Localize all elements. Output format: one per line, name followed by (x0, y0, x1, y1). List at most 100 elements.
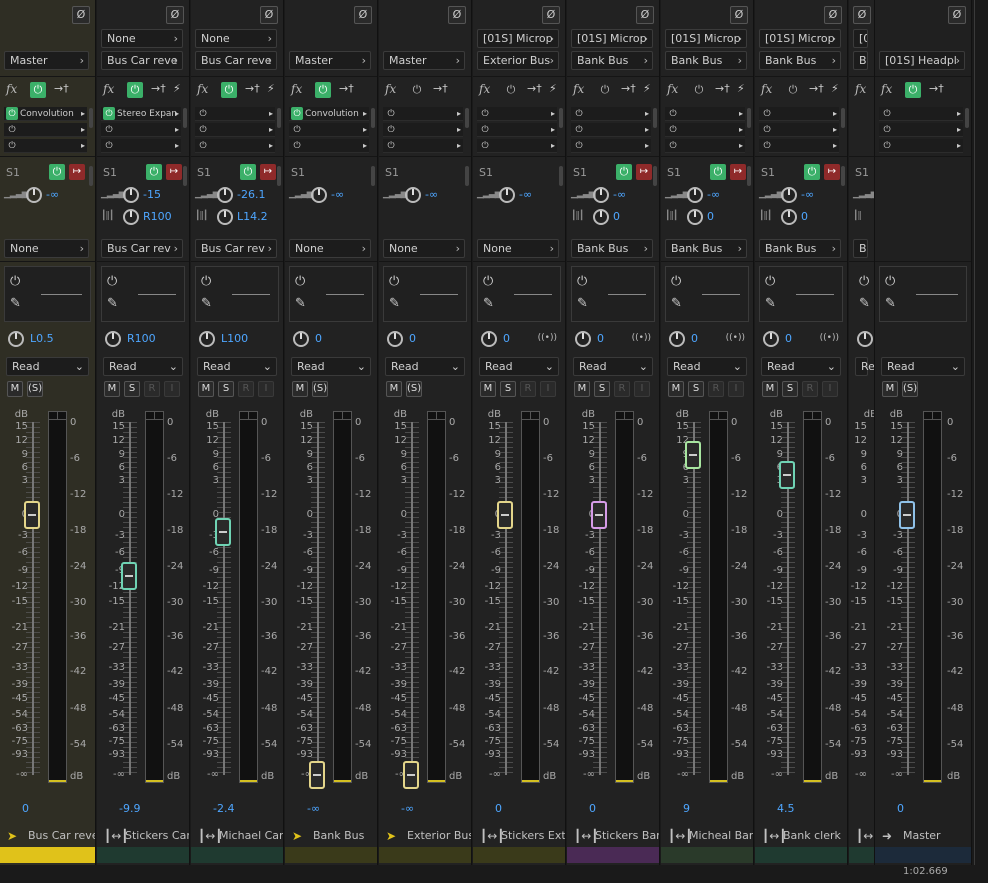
pan-knob[interactable] (199, 331, 215, 347)
record-arm-button[interactable]: R (614, 381, 630, 397)
fader-handle[interactable] (497, 501, 513, 529)
automation-mode-select[interactable]: Read ⌄ (385, 357, 465, 376)
solo-safe-button[interactable]: (S) (406, 381, 422, 397)
solo-button[interactable]: S (218, 381, 234, 397)
fader-handle[interactable] (685, 441, 701, 469)
fader-handle[interactable] (779, 460, 795, 489)
mute-button[interactable]: M (762, 381, 778, 397)
fader-handle[interactable] (591, 501, 607, 529)
pan-knob[interactable] (105, 331, 121, 347)
mute-button[interactable]: M (198, 381, 214, 397)
fader-handle[interactable] (24, 501, 40, 529)
fader-track[interactable] (599, 422, 601, 775)
mute-button[interactable]: M (386, 381, 402, 397)
pencil-icon[interactable]: ✎ (201, 296, 212, 311)
eq-power-icon[interactable]: ⏻ (859, 274, 869, 289)
peak-indicator[interactable] (522, 412, 539, 420)
input-monitor-button[interactable]: I (822, 381, 838, 397)
pan-knob[interactable] (763, 331, 779, 347)
peak-indicator[interactable] (924, 412, 941, 420)
automation-mode-select[interactable]: Read ⌄ (573, 357, 653, 376)
track-name-bar[interactable]: ➤ Exterior Bus (379, 826, 471, 847)
mute-button[interactable]: M (668, 381, 684, 397)
peak-indicator[interactable] (428, 412, 445, 420)
automation-mode-select[interactable]: Read ⌄ (6, 357, 89, 376)
stereo-balance-icon[interactable]: ((•)) (538, 333, 557, 343)
pencil-icon[interactable]: ✎ (671, 296, 682, 311)
stereo-balance-icon[interactable]: ((•)) (726, 333, 745, 343)
pencil-icon[interactable]: ✎ (10, 296, 21, 311)
record-arm-button[interactable]: R (238, 381, 254, 397)
peak-indicator[interactable] (334, 412, 351, 420)
pencil-icon[interactable]: ✎ (483, 296, 494, 311)
fader-handle[interactable] (899, 501, 915, 529)
fader-handle[interactable] (309, 761, 325, 789)
mute-button[interactable]: M (7, 381, 23, 397)
pencil-icon[interactable]: ✎ (885, 296, 896, 311)
pan-knob[interactable] (857, 331, 873, 347)
solo-button[interactable]: S (688, 381, 704, 397)
input-monitor-button[interactable]: I (634, 381, 650, 397)
fader-track[interactable] (32, 422, 34, 775)
eq-power-icon[interactable]: ⏻ (10, 274, 20, 289)
automation-mode-select[interactable]: Read ⌄ (881, 357, 965, 376)
fader-track[interactable] (505, 422, 507, 775)
solo-safe-button[interactable]: (S) (27, 381, 43, 397)
input-monitor-button[interactable]: I (540, 381, 556, 397)
pencil-icon[interactable]: ✎ (295, 296, 306, 311)
track-name-bar[interactable]: ┃↔┃ Michael Car (191, 826, 283, 847)
track-name-bar[interactable]: ┃↔┃ Stickers Ban (567, 826, 659, 847)
pan-knob[interactable] (387, 331, 403, 347)
pencil-icon[interactable]: ✎ (389, 296, 400, 311)
solo-button[interactable]: S (124, 381, 140, 397)
mute-button[interactable]: M (882, 381, 898, 397)
mute-button[interactable]: M (480, 381, 496, 397)
fader-track[interactable] (411, 422, 413, 775)
eq-power-icon[interactable]: ⏻ (885, 274, 895, 289)
track-name-bar[interactable]: ➤ Bus Car reve (0, 826, 95, 847)
eq-power-icon[interactable]: ⏻ (483, 274, 493, 289)
fader-track[interactable] (129, 422, 131, 775)
record-arm-button[interactable]: R (144, 381, 160, 397)
eq-power-icon[interactable]: ⏻ (389, 274, 399, 289)
mute-button[interactable]: M (292, 381, 308, 397)
track-name-bar[interactable]: ┃↔┃ Bank clerk (755, 826, 847, 847)
track-name-bar[interactable]: ┃↔┃ Micheal Ban (661, 826, 753, 847)
eq-power-icon[interactable]: ⏻ (107, 274, 117, 289)
peak-indicator[interactable] (146, 412, 163, 420)
automation-mode-select[interactable]: Rea (855, 357, 874, 376)
pan-knob[interactable] (575, 331, 591, 347)
eq-power-icon[interactable]: ⏻ (201, 274, 211, 289)
pan-knob[interactable] (293, 331, 309, 347)
peak-indicator[interactable] (710, 412, 727, 420)
fader-handle[interactable] (215, 517, 231, 546)
eq-power-icon[interactable]: ⏻ (295, 274, 305, 289)
stereo-balance-icon[interactable]: ((•)) (820, 333, 839, 343)
peak-indicator[interactable] (616, 412, 633, 420)
record-arm-button[interactable]: R (520, 381, 536, 397)
eq-power-icon[interactable]: ⏻ (671, 274, 681, 289)
automation-mode-select[interactable]: Read ⌄ (761, 357, 841, 376)
input-monitor-button[interactable]: I (258, 381, 274, 397)
fader-track[interactable] (907, 422, 909, 775)
pan-knob[interactable] (669, 331, 685, 347)
fader-handle[interactable] (121, 561, 137, 590)
track-name-bar[interactable]: ┃↔┃ (849, 826, 874, 847)
automation-mode-select[interactable]: Read ⌄ (197, 357, 277, 376)
pan-knob[interactable] (8, 331, 24, 347)
fader-handle[interactable] (403, 761, 419, 789)
track-name-bar[interactable]: ┃↔┃Stickers Exte (473, 826, 565, 847)
solo-button[interactable]: S (782, 381, 798, 397)
mute-button[interactable]: M (104, 381, 120, 397)
solo-button[interactable]: S (500, 381, 516, 397)
pencil-icon[interactable]: ✎ (765, 296, 776, 311)
automation-mode-select[interactable]: Read ⌄ (103, 357, 183, 376)
fader-track[interactable] (223, 422, 225, 775)
track-name-bar[interactable]: ┃↔┃ Stickers Car (97, 826, 189, 847)
solo-safe-button[interactable]: (S) (902, 381, 918, 397)
solo-button[interactable]: S (594, 381, 610, 397)
automation-mode-select[interactable]: Read ⌄ (291, 357, 371, 376)
pencil-icon[interactable]: ✎ (859, 296, 870, 311)
mute-button[interactable]: M (574, 381, 590, 397)
peak-indicator[interactable] (240, 412, 257, 420)
